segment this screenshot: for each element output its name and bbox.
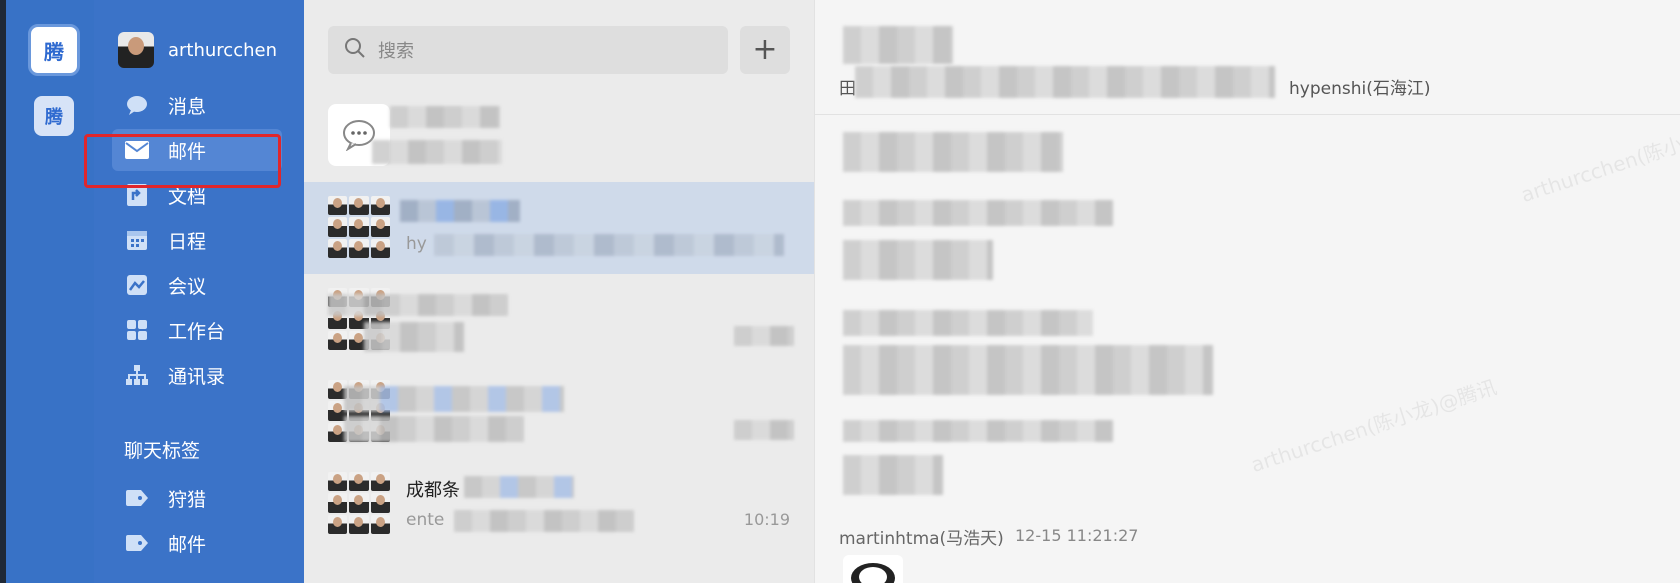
profile-name: arthurcchen [168, 39, 277, 61]
chat-item[interactable]: 成都条 ente 10:19 [304, 458, 814, 550]
app-rail: 腾 腾 [0, 0, 94, 583]
meeting-icon [124, 272, 150, 298]
sticker-image[interactable] [843, 555, 903, 583]
app-logo-text-secondary: 腾 [45, 107, 63, 128]
blurred-title [328, 294, 508, 316]
watermark: arthurcchen(陈小龙)@腾讯 [1518, 104, 1680, 208]
blurred-time [734, 326, 794, 346]
member-list-prefix: 田 [839, 79, 856, 99]
highlight-annotation [84, 134, 281, 188]
message-sender[interactable]: martinhtma(马浩天) [839, 524, 1004, 549]
sidebar-item-label: 会议 [168, 275, 207, 298]
sidebar-item-label: 日程 [168, 230, 207, 253]
blurred-conversation-title [843, 26, 953, 64]
blurred-message [843, 200, 1113, 226]
app-logo-text: 腾 [44, 39, 64, 64]
org-chart-icon [124, 362, 150, 388]
sidebar-item-label: 通讯录 [168, 365, 226, 388]
conversation-header: 田 hypenshi(石海江) [815, 0, 1680, 115]
avatar[interactable] [118, 32, 154, 68]
chat-bubble-icon [124, 92, 150, 118]
sidebar-item-calendar[interactable]: 日程 [112, 219, 282, 261]
blurred-title [344, 386, 564, 412]
app-switcher-primary[interactable]: 腾 [28, 24, 80, 76]
chat-preview: hy [406, 234, 427, 254]
blurred-message [843, 240, 993, 280]
member-name[interactable]: hypenshi(石海江) [1289, 74, 1430, 99]
watermark: arthurcchen(陈小龙)@腾讯 [1248, 374, 1500, 478]
tag-icon [124, 485, 150, 511]
sidebar-item-messages[interactable]: 消息 [112, 84, 282, 126]
blurred-title [400, 200, 520, 222]
workbench-icon [124, 317, 150, 343]
blurred-preview [344, 416, 524, 442]
blurred-preview [434, 234, 784, 256]
blurred-title [464, 476, 574, 498]
calendar-icon [124, 227, 150, 253]
message-time: 12-15 11:21:27 [1015, 526, 1139, 545]
search-input[interactable]: 搜索 [378, 37, 414, 63]
sidebar-item-contacts[interactable]: 通讯录 [112, 354, 282, 396]
sidebar-item-meeting[interactable]: 会议 [112, 264, 282, 306]
sidebar-item-label: 工作台 [168, 320, 226, 343]
chat-preview: ente [406, 510, 445, 530]
group-avatar [328, 196, 390, 258]
tag-icon [124, 530, 150, 556]
blurred-preview [372, 140, 502, 164]
blurred-message [843, 345, 1213, 395]
nav-sidebar: arthurcchen 消息 邮件 文档 日程 会议 工作台 通讯录 聊天标签 … [94, 0, 304, 583]
chat-list-panel: 搜索 + hy 成都条 ente 10:19 [304, 0, 814, 583]
blurred-preview [454, 510, 634, 532]
message-pane: 田 hypenshi(石海江) martinhtma(马浩天) 12-15 11… [814, 0, 1680, 583]
message-bubble-icon [343, 120, 375, 151]
blurred-message [843, 455, 943, 495]
sidebar-tag-hunting[interactable]: 狩猎 [112, 477, 282, 519]
search-box[interactable]: 搜索 [328, 26, 728, 74]
sidebar-tag-mail[interactable]: 邮件 [112, 522, 282, 564]
blurred-message [843, 420, 1113, 442]
sidebar-item-label: 狩猎 [168, 488, 207, 511]
blurred-title [390, 106, 500, 128]
chat-item[interactable]: hy [304, 182, 814, 274]
chat-tags-heading: 聊天标签 [124, 440, 201, 462]
search-icon [344, 37, 366, 63]
blurred-member-list [855, 66, 1275, 98]
group-avatar [328, 472, 390, 534]
sidebar-item-workbench[interactable]: 工作台 [112, 309, 282, 351]
sidebar-item-label: 邮件 [168, 533, 207, 556]
blurred-message [843, 132, 1063, 172]
blurred-preview [364, 322, 464, 352]
chat-time: 10:19 [743, 510, 790, 529]
profile[interactable]: arthurcchen [118, 32, 277, 68]
blurred-message [843, 310, 1093, 336]
chat-title: 成都条 [406, 480, 460, 501]
chat-item[interactable] [304, 366, 814, 458]
chat-item[interactable] [304, 90, 814, 182]
sidebar-item-label: 消息 [168, 95, 207, 118]
plus-icon: + [752, 32, 778, 67]
chat-item[interactable] [304, 274, 814, 366]
blurred-time [734, 420, 794, 440]
add-button[interactable]: + [740, 26, 790, 74]
app-switcher-secondary[interactable]: 腾 [34, 96, 74, 136]
